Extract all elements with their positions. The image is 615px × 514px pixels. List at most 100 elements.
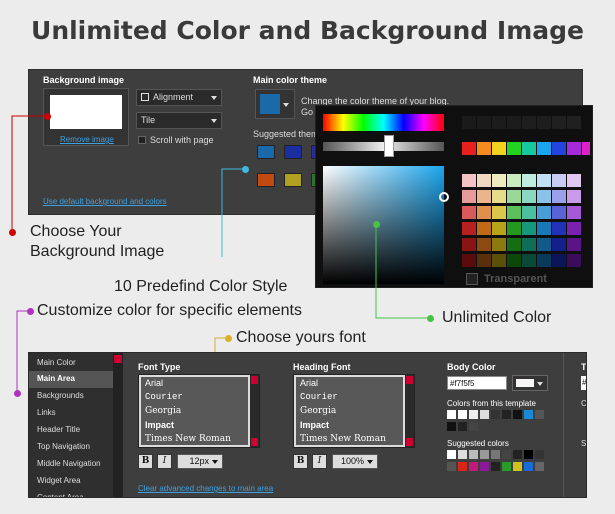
callout-choose-bg: Choose Your bbox=[30, 223, 122, 240]
sidebar-item-header-title[interactable]: Header Title bbox=[37, 422, 113, 439]
scroll-up-icon[interactable] bbox=[406, 376, 413, 384]
sidebar-scrollbar[interactable] bbox=[113, 353, 123, 497]
template-swatch[interactable] bbox=[469, 422, 478, 431]
suggested-colors bbox=[447, 450, 557, 472]
callout-customize: Customize color for specific elements bbox=[37, 302, 302, 319]
font-option[interactable]: Arial bbox=[300, 378, 318, 388]
template-swatch[interactable] bbox=[524, 410, 533, 419]
sidebar: Main Color Main Area Backgrounds Links H… bbox=[29, 353, 113, 497]
callout-font: Choose yours font bbox=[236, 329, 366, 346]
callout-dot bbox=[225, 335, 232, 342]
template-swatch[interactable] bbox=[447, 410, 456, 419]
font-type-label: Font Type bbox=[138, 362, 181, 372]
font-option[interactable]: Georgia bbox=[145, 406, 181, 416]
callout-dot bbox=[14, 390, 21, 397]
callout-choose-bg-2: Background Image bbox=[30, 243, 165, 260]
chevron-down-icon bbox=[367, 460, 373, 464]
callout-dot bbox=[44, 113, 51, 120]
suggested-swatch[interactable] bbox=[480, 450, 489, 459]
callout-dot bbox=[427, 315, 434, 322]
sidebar-item-links[interactable]: Links bbox=[37, 405, 113, 422]
template-swatch[interactable] bbox=[469, 410, 478, 419]
italic-button[interactable]: I bbox=[157, 454, 172, 469]
suggested-swatch[interactable] bbox=[535, 450, 544, 459]
sidebar-item-main-color[interactable]: Main Color bbox=[37, 355, 113, 372]
clear-advanced-link[interactable]: Clear advanced changes to main area bbox=[138, 484, 273, 493]
font-option[interactable]: Times New Roman bbox=[145, 434, 231, 444]
body-color-swatch bbox=[516, 379, 534, 387]
template-swatch[interactable] bbox=[535, 410, 544, 419]
chevron-down-icon bbox=[537, 382, 543, 386]
list-scrollbar[interactable] bbox=[250, 375, 259, 447]
suggested-swatch[interactable] bbox=[513, 462, 522, 471]
heading-font-list[interactable]: Arial Courier Georgia Impact Times New R… bbox=[293, 374, 415, 448]
suggested-swatch[interactable] bbox=[524, 450, 533, 459]
partial-input[interactable]: # bbox=[581, 376, 586, 390]
suggested-swatch[interactable] bbox=[491, 462, 500, 471]
suggested-swatch[interactable] bbox=[491, 450, 500, 459]
partial-label-te: Te bbox=[581, 362, 586, 372]
sidebar-item-top-navigation[interactable]: Top Navigation bbox=[37, 439, 113, 456]
scroll-up-icon[interactable] bbox=[114, 355, 122, 363]
scroll-down-icon[interactable] bbox=[251, 438, 258, 446]
advanced-settings-panel: Main Color Main Area Backgrounds Links H… bbox=[28, 352, 587, 498]
sidebar-item-backgrounds[interactable]: Backgrounds bbox=[37, 388, 113, 405]
suggested-swatch[interactable] bbox=[469, 462, 478, 471]
suggested-swatch[interactable] bbox=[458, 462, 467, 471]
template-swatch[interactable] bbox=[480, 410, 489, 419]
callout-dot bbox=[9, 229, 16, 236]
font-option[interactable]: Arial bbox=[145, 378, 163, 388]
sidebar-item-widget-area[interactable]: Widget Area bbox=[37, 473, 113, 490]
template-swatch[interactable] bbox=[491, 410, 500, 419]
suggested-swatch[interactable] bbox=[524, 462, 533, 471]
template-swatch[interactable] bbox=[447, 422, 456, 431]
list-scrollbar[interactable] bbox=[405, 375, 414, 447]
template-colors-label: Colors from this template bbox=[447, 399, 536, 408]
suggested-swatch[interactable] bbox=[447, 462, 456, 471]
suggested-swatch[interactable] bbox=[535, 462, 544, 471]
font-option[interactable]: Georgia bbox=[300, 406, 336, 416]
suggested-swatch[interactable] bbox=[469, 450, 478, 459]
scroll-down-icon[interactable] bbox=[406, 438, 413, 446]
callout-dot bbox=[373, 221, 380, 228]
suggested-swatch[interactable] bbox=[502, 462, 511, 471]
font-option[interactable]: Courier bbox=[145, 392, 183, 402]
suggested-swatch[interactable] bbox=[458, 450, 467, 459]
font-size-select[interactable]: 12px bbox=[177, 454, 223, 469]
callout-dot bbox=[27, 308, 34, 315]
body-color-input[interactable]: #f7f5f5 bbox=[447, 376, 507, 390]
partial-label-su: Su bbox=[581, 439, 587, 448]
sidebar-item-main-area[interactable]: Main Area bbox=[29, 371, 113, 388]
body-color-label: Body Color bbox=[447, 362, 496, 372]
column-divider bbox=[563, 353, 564, 497]
sidebar-item-middle-navigation[interactable]: Middle Navigation bbox=[37, 456, 113, 473]
suggested-swatch[interactable] bbox=[513, 450, 522, 459]
heading-font-label: Heading Font bbox=[293, 362, 351, 372]
body-color-swatch-select[interactable] bbox=[512, 375, 548, 391]
font-option[interactable]: Impact bbox=[300, 420, 329, 430]
sidebar-item-content-area[interactable]: Content Area bbox=[37, 490, 113, 497]
template-swatch[interactable] bbox=[458, 422, 467, 431]
callout-predefined: 10 Predefind Color Style bbox=[114, 278, 288, 295]
italic-button[interactable]: I bbox=[312, 454, 327, 469]
heading-size-select[interactable]: 100% bbox=[332, 454, 378, 469]
scroll-up-icon[interactable] bbox=[251, 376, 258, 384]
bold-button[interactable]: B bbox=[293, 454, 308, 469]
bold-button[interactable]: B bbox=[138, 454, 153, 469]
template-swatch[interactable] bbox=[458, 410, 467, 419]
template-colors bbox=[447, 410, 557, 436]
chevron-down-icon bbox=[212, 460, 218, 464]
font-option[interactable]: Times New Roman bbox=[300, 434, 386, 444]
suggested-swatch[interactable] bbox=[502, 450, 511, 459]
callout-unlimited: Unlimited Color bbox=[442, 309, 552, 326]
suggested-colors-label: Suggested colors bbox=[447, 439, 509, 448]
font-type-list[interactable]: Arial Courier Georgia Impact Times New R… bbox=[138, 374, 260, 448]
template-swatch[interactable] bbox=[513, 410, 522, 419]
partial-label-co: Co bbox=[581, 399, 587, 408]
font-option[interactable]: Impact bbox=[145, 420, 174, 430]
suggested-swatch[interactable] bbox=[447, 450, 456, 459]
suggested-swatch[interactable] bbox=[480, 462, 489, 471]
template-swatch[interactable] bbox=[502, 410, 511, 419]
font-option[interactable]: Courier bbox=[300, 392, 338, 402]
callout-dot bbox=[242, 166, 249, 173]
